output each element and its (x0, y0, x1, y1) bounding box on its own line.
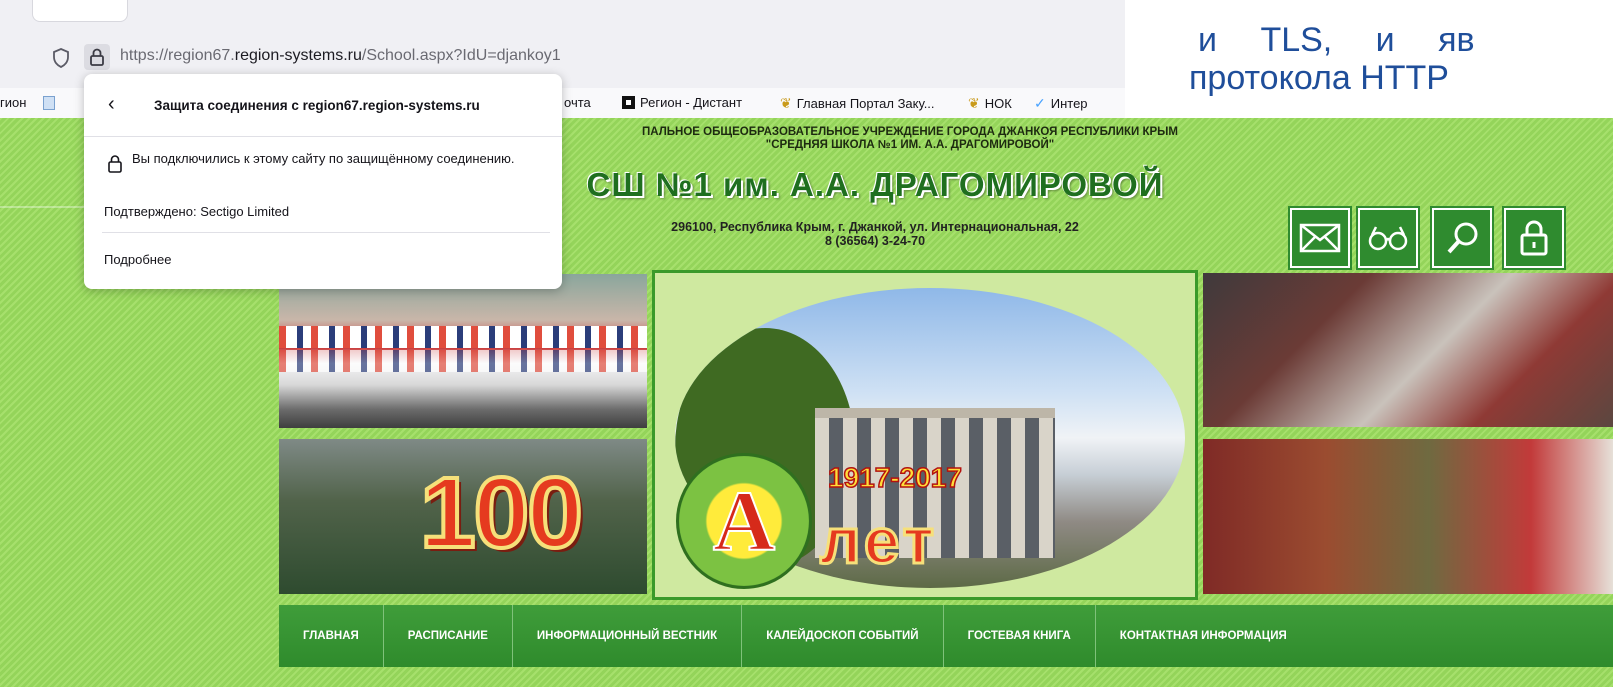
more-info-link[interactable]: Подробнее (104, 252, 171, 267)
organization-name: ПАЛЬНОЕ ОБЩЕОБРАЗОВАТЕЛЬНОЕ УЧРЕЖДЕНИЕ Г… (560, 126, 1260, 152)
lock-icon (108, 155, 122, 173)
tracking-protection-shield-icon[interactable] (52, 48, 70, 68)
emblem-letter: А (712, 472, 776, 570)
nav-news[interactable]: ИНФОРМАЦИОННЫЙ ВЕСТНИК (513, 605, 743, 667)
bookmark-doc-icon (43, 95, 56, 110)
bookmark-square-icon (622, 96, 635, 109)
accessibility-button[interactable] (1358, 208, 1418, 268)
envelope-icon (1299, 223, 1341, 253)
popup-header: ‹ Защита соединения с region67.region-sy… (84, 74, 562, 137)
school-title: СШ №1 им. А.А. ДРАГОМИРОВОЙ (586, 166, 1164, 203)
site-info-lock-button[interactable] (84, 44, 110, 70)
anniversary-years: 1917-2017 (827, 461, 962, 494)
search-button[interactable] (1432, 208, 1492, 268)
secure-connection-message: Вы подключились к этому сайту по защищён… (132, 151, 515, 166)
bookmark-mail[interactable]: очта (564, 95, 591, 110)
nav-events[interactable]: КАЛЕЙДОСКОП СОБЫТИЙ (742, 605, 944, 667)
nav-guestbook[interactable]: ГОСТЕВАЯ КНИГА (944, 605, 1096, 667)
bookmark-internet[interactable]: ✓ Интер (1034, 95, 1088, 112)
bookmark-zakupki[interactable]: ❦ Главная Портал Заку... (780, 95, 935, 112)
glasses-icon (1368, 226, 1408, 251)
graduate-ribbons (279, 326, 647, 348)
anniversary-emblem: А (676, 453, 812, 589)
photo-graduates (279, 274, 647, 428)
slide-line-1: и TLS, и яв (1198, 21, 1475, 59)
nav-schedule[interactable]: РАСПИСАНИЕ (384, 605, 513, 667)
address-line: 296100, Республика Крым, г. Джанкой, ул.… (671, 220, 1079, 234)
verified-by: Подтверждено: Sectigo Limited (104, 204, 290, 219)
photo-students-dance (1203, 439, 1613, 594)
lock-icon (90, 48, 104, 66)
search-icon (1447, 222, 1478, 254)
slide-text-fragment: и TLS, и яв протокола HTTP (1125, 0, 1613, 128)
graduate-ribbons (279, 350, 647, 372)
login-button[interactable] (1504, 208, 1564, 268)
divider (102, 232, 550, 233)
popup-title: Защита соединения с region67.region-syst… (154, 98, 480, 113)
coat-of-arms-icon: ❦ (780, 95, 792, 111)
phone-line: 8 (36564) 3-24-70 (824, 234, 926, 248)
site-navigation: ГЛАВНАЯ РАСПИСАНИЕ ИНФОРМАЦИОННЫЙ ВЕСТНИ… (279, 605, 1613, 667)
bookmark-region-distant[interactable]: Регион - Дистант (622, 95, 742, 110)
bookmark-cut[interactable]: гион (0, 95, 56, 110)
lock-icon (1520, 220, 1548, 256)
school-address: 296100, Республика Крым, г. Джанкой, ул.… (620, 220, 1130, 248)
nav-main[interactable]: ГЛАВНАЯ (279, 605, 384, 667)
check-circle-icon: ✓ (1034, 95, 1046, 111)
org-line-1: ПАЛЬНОЕ ОБЩЕОБРАЗОВАТЕЛЬНОЕ УЧРЕЖДЕНИЕ Г… (642, 126, 1178, 138)
slide-line-2: протокола HTTP (1189, 59, 1449, 97)
anniversary-let: лет (819, 504, 938, 579)
nav-contacts[interactable]: КОНТАКТНАЯ ИНФОРМАЦИЯ (1096, 605, 1311, 667)
photo-students-exam (1203, 273, 1613, 427)
anniversary-number: 100 (418, 455, 585, 571)
mail-button[interactable] (1290, 208, 1350, 268)
bookmark-nok[interactable]: ❦ НОК (968, 95, 1012, 112)
address-bar[interactable]: https://region67.region-systems.ru/Schoo… (0, 38, 1125, 76)
coat-of-arms-icon: ❦ (968, 95, 980, 111)
connection-security-popup: ‹ Защита соединения с region67.region-sy… (84, 74, 562, 289)
org-line-2: "СРЕДНЯЯ ШКОЛА №1 ИМ. А.А. ДРАГОМИРОВОЙ" (765, 139, 1055, 151)
browser-tab[interactable] (32, 0, 128, 22)
back-chevron-icon[interactable]: ‹ (108, 94, 115, 114)
url-text[interactable]: https://region67.region-systems.ru/Schoo… (120, 47, 561, 65)
